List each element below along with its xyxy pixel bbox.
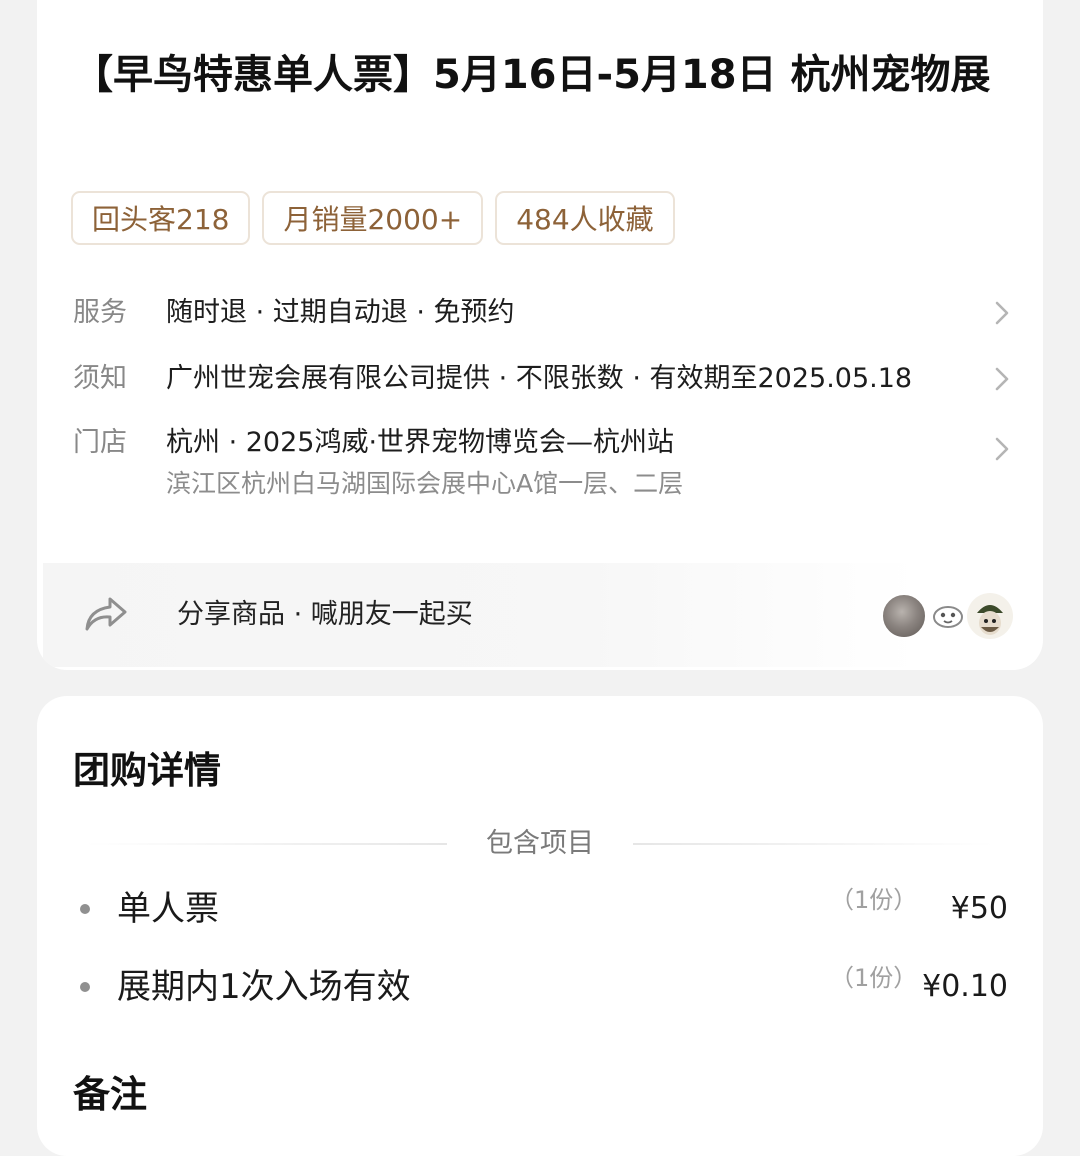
share-bar[interactable]: 分享商品 · 喊朋友一起买: [43, 563, 1037, 667]
item-price: ¥0.10: [922, 969, 1008, 1004]
store-address: 滨江区杭州白马湖国际会展中心A馆一层、二层: [166, 469, 684, 498]
avatar: [881, 593, 927, 639]
remark-title: 备注: [73, 1073, 147, 1116]
service-row[interactable]: 服务 随时退 · 过期自动退 · 免预约: [73, 293, 1013, 333]
chevron-right-icon: [989, 301, 1013, 325]
product-card: 【早鸟特惠单人票】5月16日-5月18日 杭州宠物展 回头客218 月销量200…: [37, 0, 1043, 670]
bullet-icon: [80, 904, 90, 914]
item-name: 展期内1次入场有效: [117, 967, 411, 1007]
item-name: 单人票: [117, 889, 219, 929]
chevron-right-icon: [989, 437, 1013, 461]
included-items-label: 包含项目: [486, 828, 594, 859]
avatar: [967, 593, 1013, 639]
service-value: 随时退 · 过期自动退 · 免预约: [166, 297, 515, 328]
chevron-right-icon: [989, 367, 1013, 391]
friend-avatars: [881, 593, 1013, 641]
item-quantity: （1份）: [830, 964, 918, 992]
store-row[interactable]: 门店 杭州 · 2025鸿威·世界宠物博览会—杭州站 滨江区杭州白马湖国际会展中…: [73, 423, 1013, 505]
tag-favorites: 484人收藏: [495, 191, 675, 245]
service-label: 服务: [73, 297, 127, 328]
share-arrow-icon: [83, 595, 129, 635]
list-item: 展期内1次入场有效 （1份） ¥0.10: [73, 962, 1008, 1012]
notice-row[interactable]: 须知 广州世宠会展有限公司提供 · 不限张数 · 有效期至2025.05.18: [73, 359, 1013, 399]
store-name: 杭州 · 2025鸿威·世界宠物博览会—杭州站: [166, 427, 675, 458]
share-label: 分享商品 · 喊朋友一起买: [177, 599, 473, 630]
store-label: 门店: [73, 427, 127, 458]
tag-monthly-sales: 月销量2000+: [262, 191, 484, 245]
divider: [633, 843, 995, 845]
section-title: 团购详情: [73, 749, 221, 792]
product-tags: 回头客218 月销量2000+ 484人收藏: [71, 191, 675, 245]
notice-value: 广州世宠会展有限公司提供 · 不限张数 · 有效期至2025.05.18: [166, 363, 913, 394]
bullet-icon: [80, 982, 90, 992]
list-item: 单人票 （1份） ¥50: [73, 884, 1008, 934]
avatar: [925, 593, 971, 639]
divider: [85, 843, 447, 845]
group-detail-card: 团购详情 包含项目 单人票 （1份） ¥50 展期内1次入场有效 （1份） ¥0…: [37, 696, 1043, 1156]
notice-label: 须知: [73, 363, 127, 394]
item-quantity: （1份）: [830, 886, 918, 914]
item-price: ¥50: [950, 891, 1008, 926]
tag-returning-customers: 回头客218: [71, 191, 251, 245]
product-title: 【早鸟特惠单人票】5月16日-5月18日 杭州宠物展: [73, 52, 991, 98]
